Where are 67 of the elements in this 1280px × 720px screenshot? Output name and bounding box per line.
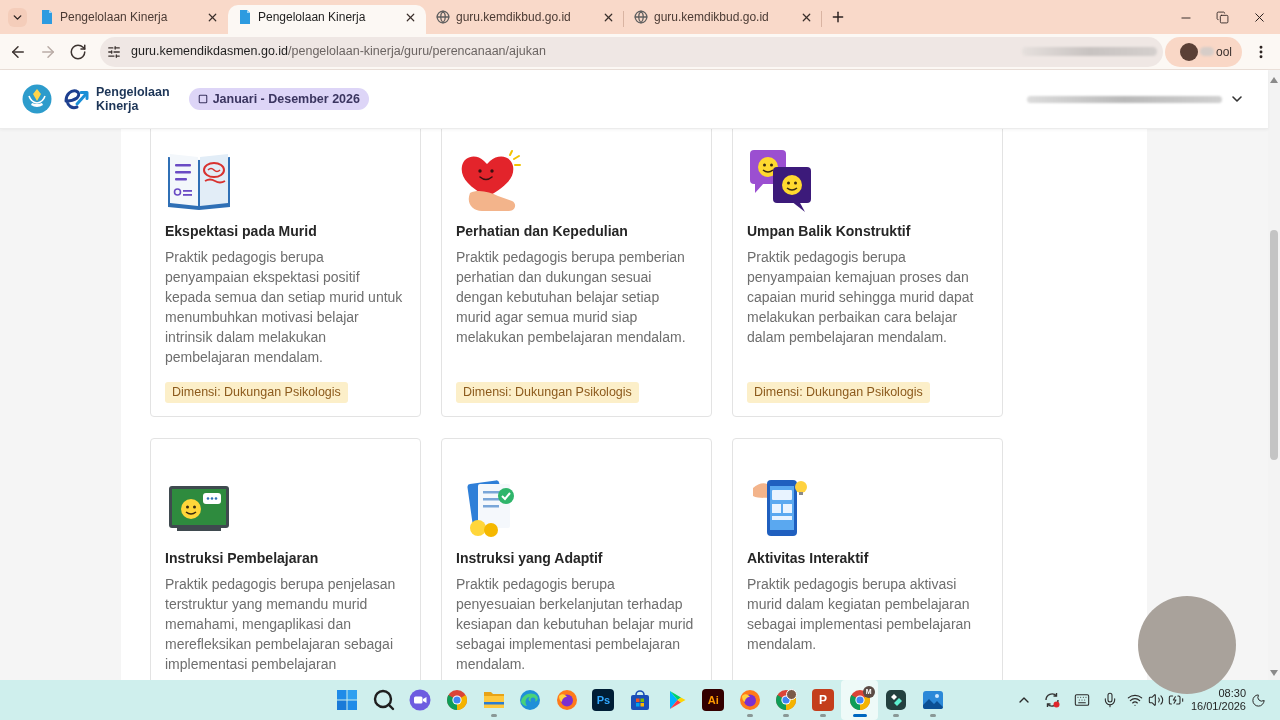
moon-icon[interactable] [1250, 692, 1266, 708]
card-title: Umpan Balik Konstruktif [747, 222, 912, 241]
battery-icon[interactable] [1168, 692, 1184, 708]
clock-date[interactable]: 16/01/2026 [1190, 700, 1246, 713]
globe-icon [634, 10, 648, 24]
browser-tab[interactable]: Pengelolaan Kinerja [30, 5, 228, 34]
dimension-tag: Dimensi: Dukungan Psikologis [747, 382, 930, 403]
chat-bubbles-icon [749, 149, 813, 213]
sliders-icon[interactable] [107, 44, 121, 59]
microphone-icon[interactable] [1102, 692, 1118, 708]
avatar-icon [1180, 42, 1198, 61]
document-icon [40, 10, 54, 24]
round-browser-icon[interactable] [847, 688, 872, 712]
blurred-area [1200, 47, 1214, 56]
search-icon[interactable] [371, 688, 396, 712]
period-label: Januari - Desember 2026 [212, 90, 360, 108]
logo-text: Pengelolaan Kinerja [96, 85, 170, 113]
scroll-down-arrow-icon[interactable] [1270, 670, 1278, 676]
swirl-browser-icon[interactable] [554, 688, 579, 712]
card-description: Praktik pedagogis berupa aktivasi murid dalam kegiatan pembelajaran sebagai implementasi pembelajaran mendalam. [747, 575, 973, 654]
restore-icon[interactable] [1216, 11, 1229, 24]
keyboard-icon[interactable] [1073, 692, 1090, 708]
video-camera-icon[interactable] [408, 688, 433, 712]
square-icon [197, 94, 208, 104]
emblem-logo-icon [22, 84, 52, 114]
sync-icon[interactable] [1043, 691, 1061, 709]
presentation-logo-tile[interactable]: P [811, 689, 834, 711]
card-description: Praktik pedagogis berupa pemberian perhatian dan dukungan sesuai dengan kebutuhan belajar setiap murid agar semua murid siap melakukan pembelajaran mendalam. [456, 248, 687, 347]
wave-browser-icon[interactable] [518, 688, 543, 712]
close-icon[interactable] [1252, 10, 1267, 25]
round-browser-with-avatar-icon[interactable] [774, 688, 799, 712]
new-tab-icon[interactable] [830, 9, 846, 25]
arrow-swoosh-logo-icon [62, 86, 90, 112]
landscape-image-icon[interactable] [920, 688, 945, 712]
browser-tab[interactable]: guru.kemdikbud.go.id [624, 5, 822, 34]
clock-time[interactable]: 08:30 [1218, 687, 1246, 700]
card-title: Aktivitas Interaktif [747, 549, 870, 568]
card-description: Praktik pedagogis berupa penjelasan terstruktur yang memandu murid memahami, mengaplikasi dan merefleksikan pembelajaran sebagai implementasi pembelajaran [165, 575, 397, 674]
dimension-tag: Dimensi: Dukungan Psikologis [456, 382, 639, 403]
browser-tab[interactable]: guru.kemdikbud.go.id [426, 5, 624, 34]
wifi-icon[interactable] [1127, 692, 1143, 708]
round-browser-icon[interactable] [445, 688, 470, 712]
four-squares-logo-icon[interactable] [335, 688, 360, 712]
reload-icon[interactable] [69, 42, 87, 61]
browser-tab[interactable]: Pengelolaan Kinerja [228, 5, 426, 34]
card-title: Instruksi yang Adaptif [456, 549, 604, 568]
speaker-icon[interactable] [1148, 692, 1164, 708]
card-title: Ekspektasi pada Murid [165, 222, 318, 241]
card-title: Instruksi Pembelajaran [165, 549, 320, 568]
card-description: Praktik pedagogis berupa penyampaian kemajuan proses dan capaian murid sehingga murid dapat melakukan perbaikan cara belajar dalam pembelajaran mendalam. [747, 248, 975, 347]
swirl-browser-icon[interactable] [737, 688, 762, 712]
scrollbar-track[interactable] [1268, 70, 1280, 680]
dimension-tag: Dimensi: Dukungan Psikologis [165, 382, 348, 403]
card-description: Praktik pedagogis berupa penyesuaian berkelanjutan terhadap kesiapan dan kebutuhan belajar murid sebagai implementasi pembelajaran mendalam. [456, 575, 695, 674]
scrollbar-thumb[interactable] [1270, 230, 1278, 460]
scroll-up-arrow-icon[interactable] [1270, 77, 1278, 83]
card-description: Praktik pedagogis berupa penyampaian ekspektasi positif kepada semua dan setiap murid untuk menumbuhkan motivasi belajar intrinsik dalam melakukan pembelajaran mendalam. [165, 248, 404, 367]
diamond-tile-icon[interactable] [884, 688, 909, 712]
profile-button[interactable]: ool [1165, 36, 1242, 67]
document-icon [238, 10, 252, 24]
tab-list-button[interactable] [8, 8, 27, 27]
shopping-bag-icon[interactable] [628, 688, 652, 712]
card-title: Perhatian dan Kepedulian [456, 222, 629, 241]
ps-logo-tile[interactable]: Ps [592, 689, 615, 711]
globe-icon [436, 10, 450, 24]
address-bar[interactable]: guru.kemendikdasmen.go.id/pengelolaan-kinerja/guru/perencanaan/ajukan [100, 36, 1163, 67]
ai-logo-tile[interactable]: Ai [702, 689, 725, 711]
